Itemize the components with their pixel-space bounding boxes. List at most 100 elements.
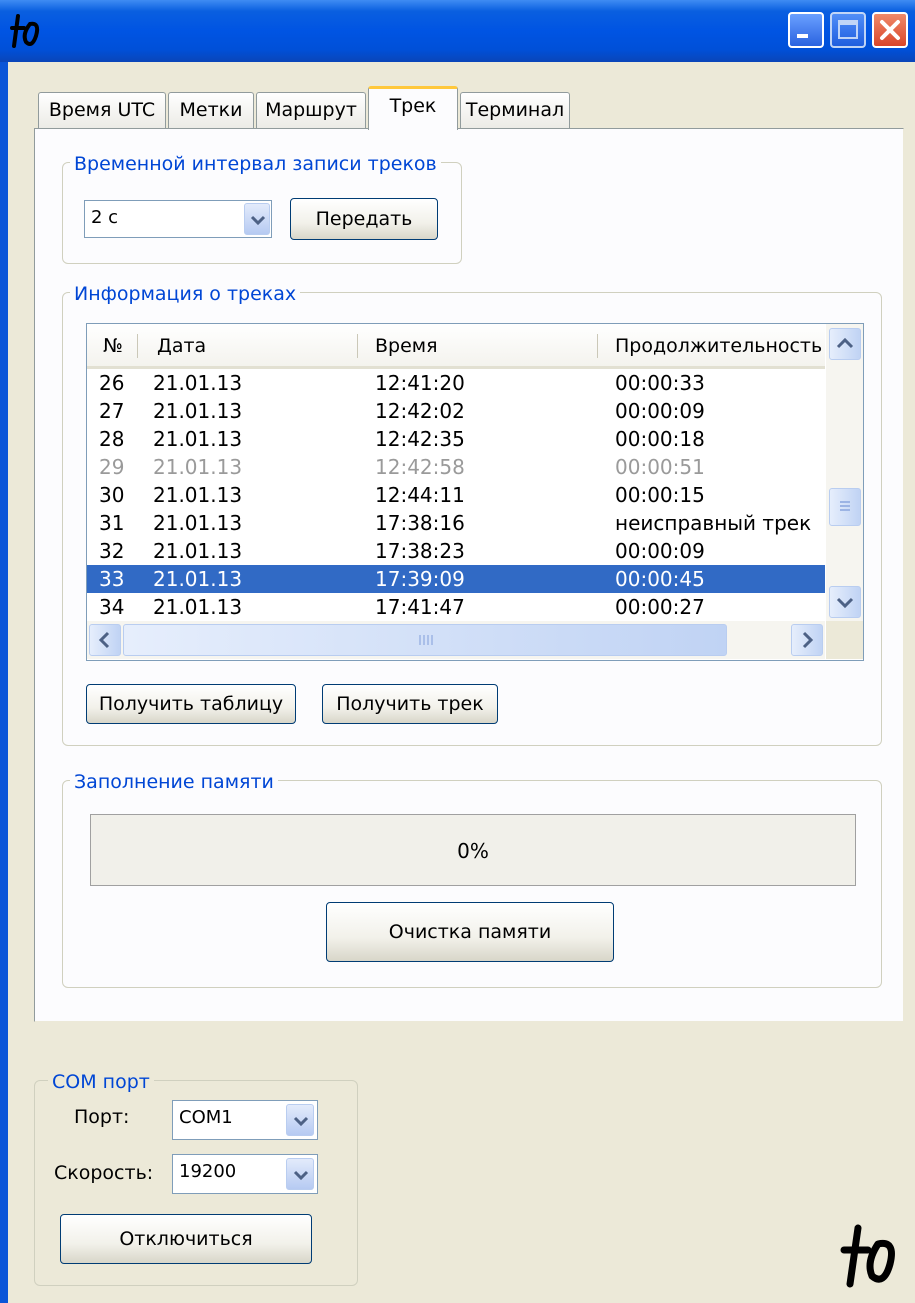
table-cell-dur: 00:00:15 [615, 483, 705, 507]
table-cell-n: 32 [99, 539, 125, 563]
table-cell-date: 21.01.13 [153, 539, 243, 563]
table-cell-date: 21.01.13 [153, 511, 243, 535]
tab-marks[interactable]: Метки [168, 92, 254, 128]
table-cell-dur: 00:00:27 [615, 595, 705, 619]
column-divider[interactable] [137, 334, 138, 358]
table-cell-time: 12:42:35 [375, 427, 465, 451]
vertical-scroll-thumb[interactable] [829, 488, 861, 526]
progress-label: 0% [457, 839, 489, 863]
chevron-up-icon [836, 337, 854, 349]
memory-progress-bar: 0% [90, 814, 856, 886]
get-table-button[interactable]: Получить таблицу [86, 684, 296, 724]
table-row[interactable]: 31 21.01.13 17:38:16 неисправный трек [87, 509, 825, 537]
column-header-time[interactable]: Время [375, 324, 438, 366]
table-cell-dur: 00:00:18 [615, 427, 705, 451]
table-cell-date: 21.01.13 [153, 595, 243, 619]
maximize-icon [838, 20, 858, 39]
tab-track[interactable]: Трек [368, 86, 458, 130]
table-row[interactable]: 29 21.01.13 12:42:58 00:00:51 [87, 453, 825, 481]
table-cell-n: 26 [99, 371, 125, 395]
table-cell-time: 12:44:11 [375, 483, 465, 507]
port-label: Порт: [74, 1106, 130, 1128]
interval-combo-value: 2 c [91, 207, 119, 228]
tab-route[interactable]: Маршрут [256, 92, 366, 128]
table-cell-time: 12:42:02 [375, 399, 465, 423]
chevron-right-icon [802, 631, 814, 649]
tracks-info-group-title: Информация о треках [70, 283, 301, 305]
close-button[interactable] [872, 12, 908, 48]
window-border [0, 62, 8, 1303]
table-cell-n: 30 [99, 483, 125, 507]
table-cell-date: 21.01.13 [153, 483, 243, 507]
title-bar[interactable] [0, 0, 915, 62]
port-dropdown-button[interactable] [286, 1104, 314, 1136]
table-cell-dur: неисправный трек [615, 511, 812, 535]
table-cell-time: 17:38:23 [375, 539, 465, 563]
table-cell-date: 21.01.13 [153, 399, 243, 423]
com-port-group-title: COM порт [48, 1071, 154, 1093]
table-cell-n: 34 [99, 595, 125, 619]
column-divider[interactable] [597, 334, 598, 358]
table-cell-time: 17:39:09 [375, 567, 465, 591]
tab-label: Время UTC [48, 99, 156, 121]
close-icon [880, 20, 900, 40]
scroll-left-button[interactable] [89, 624, 121, 656]
table-row[interactable]: 30 21.01.13 12:44:11 00:00:15 [87, 481, 825, 509]
table-cell-date: 21.01.13 [153, 455, 243, 479]
send-button[interactable]: Передать [290, 198, 438, 240]
grip-icon [419, 635, 433, 645]
chevron-left-icon [98, 631, 110, 649]
table-cell-dur: 00:00:09 [615, 539, 705, 563]
disconnect-button[interactable]: Отключиться [60, 1214, 312, 1264]
column-header-duration[interactable]: Продолжительность [615, 324, 822, 366]
column-header-date[interactable]: Дата [157, 324, 206, 366]
table-cell-date: 21.01.13 [153, 567, 243, 591]
horizontal-scroll-thumb[interactable] [123, 624, 727, 656]
table-row[interactable]: 32 21.01.13 17:38:23 00:00:09 [87, 537, 825, 565]
table-cell-dur: 00:00:51 [615, 455, 705, 479]
interval-dropdown-button[interactable] [244, 203, 270, 235]
chevron-down-icon [293, 1170, 309, 1181]
table-row[interactable]: 33 21.01.13 17:39:09 00:00:45 [87, 565, 825, 593]
chevron-down-icon [293, 1116, 309, 1127]
tab-utc-time[interactable]: Время UTC [38, 92, 166, 128]
scroll-right-button[interactable] [791, 624, 823, 656]
column-header-number[interactable]: № [103, 324, 123, 366]
table-cell-time: 12:42:58 [375, 455, 465, 479]
table-cell-dur: 00:00:45 [615, 567, 705, 591]
clear-memory-button[interactable]: Очистка памяти [326, 902, 614, 962]
maximize-button[interactable] [830, 12, 866, 48]
table-cell-time: 17:38:16 [375, 511, 465, 535]
speed-dropdown-button[interactable] [286, 1158, 314, 1190]
app-logo-icon [10, 12, 42, 52]
grip-icon [840, 501, 850, 511]
tab-label: Трек [389, 95, 437, 117]
port-combo-value: COM1 [179, 1107, 233, 1128]
tab-label: Терминал [465, 99, 565, 121]
speed-combo-value: 19200 [179, 1161, 237, 1182]
scroll-up-button[interactable] [829, 328, 861, 360]
scrollbar-corner [826, 621, 863, 659]
tab-label: Маршрут [265, 99, 357, 121]
table-row[interactable]: 28 21.01.13 12:42:35 00:00:18 [87, 425, 825, 453]
table-row[interactable]: 26 21.01.13 12:41:20 00:00:33 [87, 369, 825, 397]
vertical-scrollbar[interactable] [826, 324, 863, 621]
chevron-down-icon [250, 215, 266, 226]
table-cell-time: 12:41:20 [375, 371, 465, 395]
tab-label: Метки [179, 99, 243, 121]
scroll-down-button[interactable] [829, 586, 861, 618]
table-row[interactable]: 34 21.01.13 17:41:47 00:00:27 [87, 593, 825, 621]
table-row[interactable]: 27 21.01.13 12:42:02 00:00:09 [87, 397, 825, 425]
table-cell-time: 17:41:47 [375, 595, 465, 619]
tab-terminal[interactable]: Терминал [460, 92, 570, 128]
tracks-table[interactable]: № Дата Время Продолжительность 26 21.01.1… [86, 323, 864, 661]
minimize-button[interactable] [788, 12, 824, 48]
horizontal-scrollbar[interactable] [87, 621, 825, 659]
table-cell-dur: 00:00:33 [615, 371, 705, 395]
column-divider[interactable] [357, 334, 358, 358]
table-cell-date: 21.01.13 [153, 371, 243, 395]
get-track-button[interactable]: Получить трек [322, 684, 498, 724]
table-cell-date: 21.01.13 [153, 427, 243, 451]
table-cell-n: 28 [99, 427, 125, 451]
table-cell-dur: 00:00:09 [615, 399, 705, 423]
